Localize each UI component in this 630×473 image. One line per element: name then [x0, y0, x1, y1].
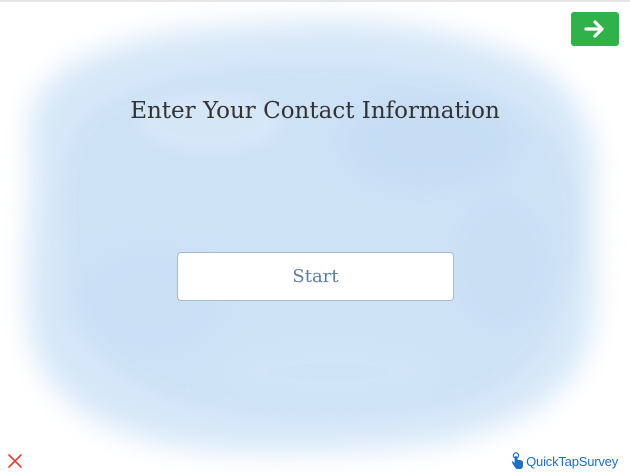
- brand-name: QuickTapSurvey: [526, 453, 618, 469]
- tap-hand-icon: [511, 452, 524, 469]
- watercolor-background: [26, 21, 596, 452]
- survey-screen: Enter Your Contact Information Start Qui…: [0, 0, 630, 473]
- start-button[interactable]: Start: [177, 252, 454, 301]
- close-x-icon: [8, 454, 22, 468]
- page-title: Enter Your Contact Information: [130, 98, 500, 124]
- arrow-right-icon: [584, 20, 604, 38]
- next-button[interactable]: [571, 12, 619, 46]
- close-button[interactable]: [7, 453, 23, 469]
- brand-logo: QuickTapSurvey: [511, 452, 618, 470]
